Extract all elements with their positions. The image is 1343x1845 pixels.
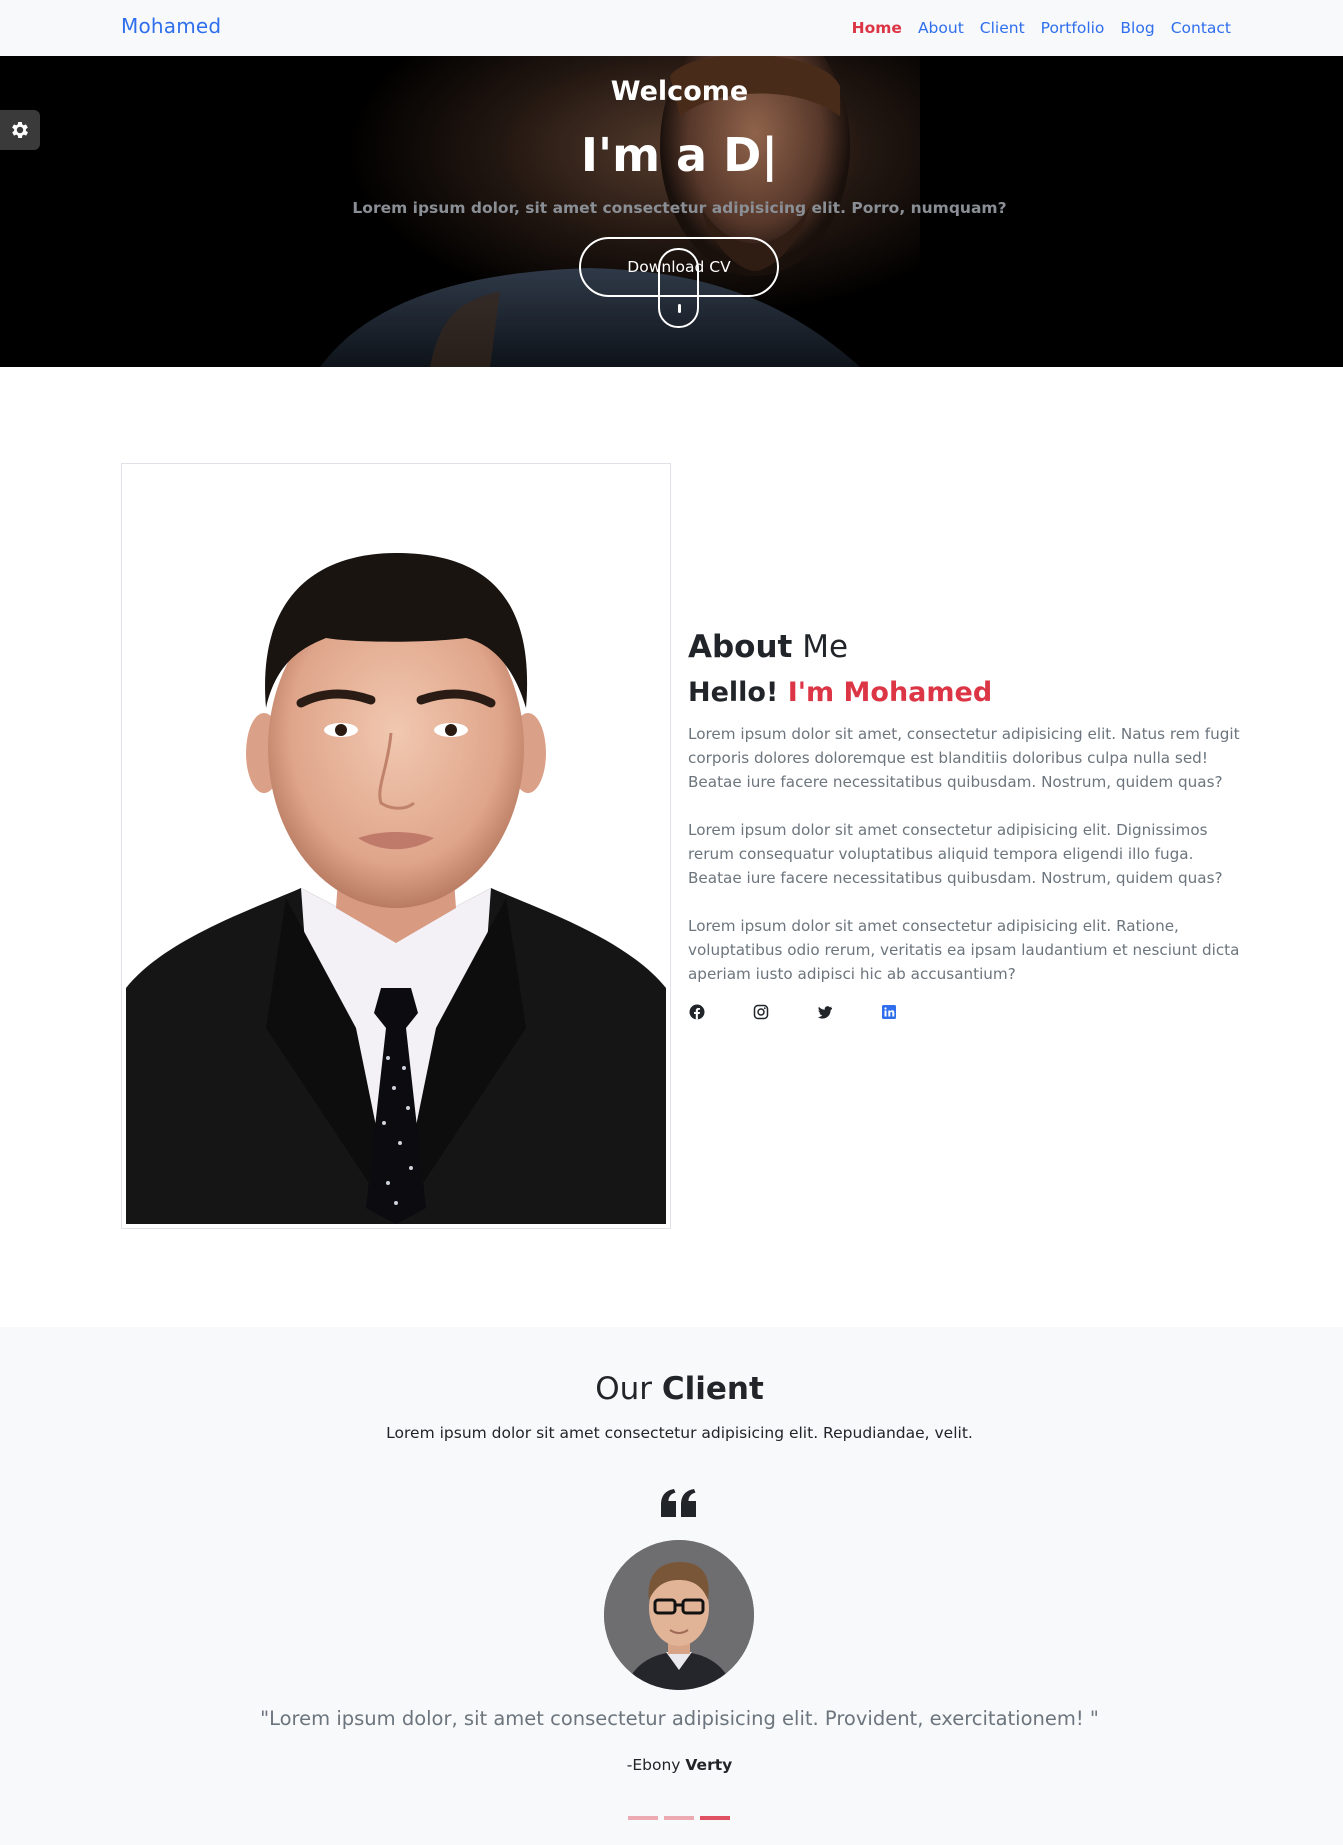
about-paragraph-3: Lorem ipsum dolor sit amet consectetur a… <box>688 917 1240 983</box>
navbar: Mohamed Home About Client Portfolio Blog… <box>0 0 1343 56</box>
client-avatar <box>604 1540 754 1690</box>
client-title-bold: Client <box>661 1371 764 1407</box>
about-section: About Me Hello! I'm Mohamed Lorem ipsum … <box>0 367 1343 1327</box>
about-heading-bold: About <box>688 629 793 665</box>
about-paragraph-1: Lorem ipsum dolor sit amet, consectetur … <box>688 725 1240 791</box>
about-hello-name: I'm Mohamed <box>787 677 993 708</box>
about-paragraph-2: Lorem ipsum dolor sit amet consectetur a… <box>688 821 1223 887</box>
carousel-indicator-1[interactable] <box>628 1816 658 1820</box>
linkedin-icon[interactable] <box>881 1004 897 1020</box>
brand-link[interactable]: Mohamed <box>121 14 221 38</box>
about-hello-text: Hello! <box>688 677 788 708</box>
nav-link-contact[interactable]: Contact <box>1171 19 1231 37</box>
nav-link-home[interactable]: Home <box>852 19 902 37</box>
nav-link-portfolio[interactable]: Portfolio <box>1041 19 1105 37</box>
profile-photo <box>126 468 666 1224</box>
profile-photo-frame <box>121 463 671 1229</box>
hero-welcome: Welcome <box>610 76 749 107</box>
nav-links: Home About Client Portfolio Blog Contact <box>852 18 1231 37</box>
carousel-indicator-3[interactable] <box>700 1816 730 1820</box>
mouse-wheel <box>678 304 681 313</box>
client-title: Our Client <box>0 1371 1343 1407</box>
carousel-indicator-2[interactable] <box>664 1816 694 1820</box>
settings-toggle[interactable] <box>0 110 40 150</box>
client-title-light: Our <box>595 1371 662 1407</box>
facebook-icon[interactable] <box>689 1004 705 1020</box>
author-last: Verty <box>685 1756 733 1774</box>
nav-link-blog[interactable]: Blog <box>1120 19 1154 37</box>
carousel-indicators <box>628 1816 730 1820</box>
hero-section: Welcome I'm a D| Lorem ipsum dolor, sit … <box>0 56 1343 367</box>
about-heading: About Me <box>688 629 1240 665</box>
hero-subtitle: Lorem ipsum dolor, sit amet consectetur … <box>352 199 1007 217</box>
testimonial-quote: "Lorem ipsum dolor, sit amet consectetur… <box>260 1707 1099 1730</box>
client-section: Our Client Lorem ipsum dolor sit amet co… <box>0 1327 1343 1845</box>
about-heading-rest: Me <box>792 629 849 665</box>
about-greeting: Hello! I'm Mohamed <box>688 677 1240 708</box>
nav-link-about[interactable]: About <box>918 19 964 37</box>
scroll-down-mouse-icon[interactable] <box>658 248 699 328</box>
testimonial-author: -Ebony Verty <box>0 1756 1343 1774</box>
hero-title: I'm a D| <box>580 128 779 182</box>
client-subtitle: Lorem ipsum dolor sit amet consectetur a… <box>386 1424 973 1442</box>
gear-icon <box>12 122 28 138</box>
twitter-icon[interactable] <box>817 1004 833 1020</box>
author-first: -Ebony <box>626 1756 686 1774</box>
social-links <box>688 1004 1240 1020</box>
about-text: About Me Hello! I'm Mohamed Lorem ipsum … <box>688 629 1240 1020</box>
nav-link-client[interactable]: Client <box>980 19 1025 37</box>
quote-icon <box>661 1489 696 1517</box>
instagram-icon[interactable] <box>753 1004 769 1020</box>
